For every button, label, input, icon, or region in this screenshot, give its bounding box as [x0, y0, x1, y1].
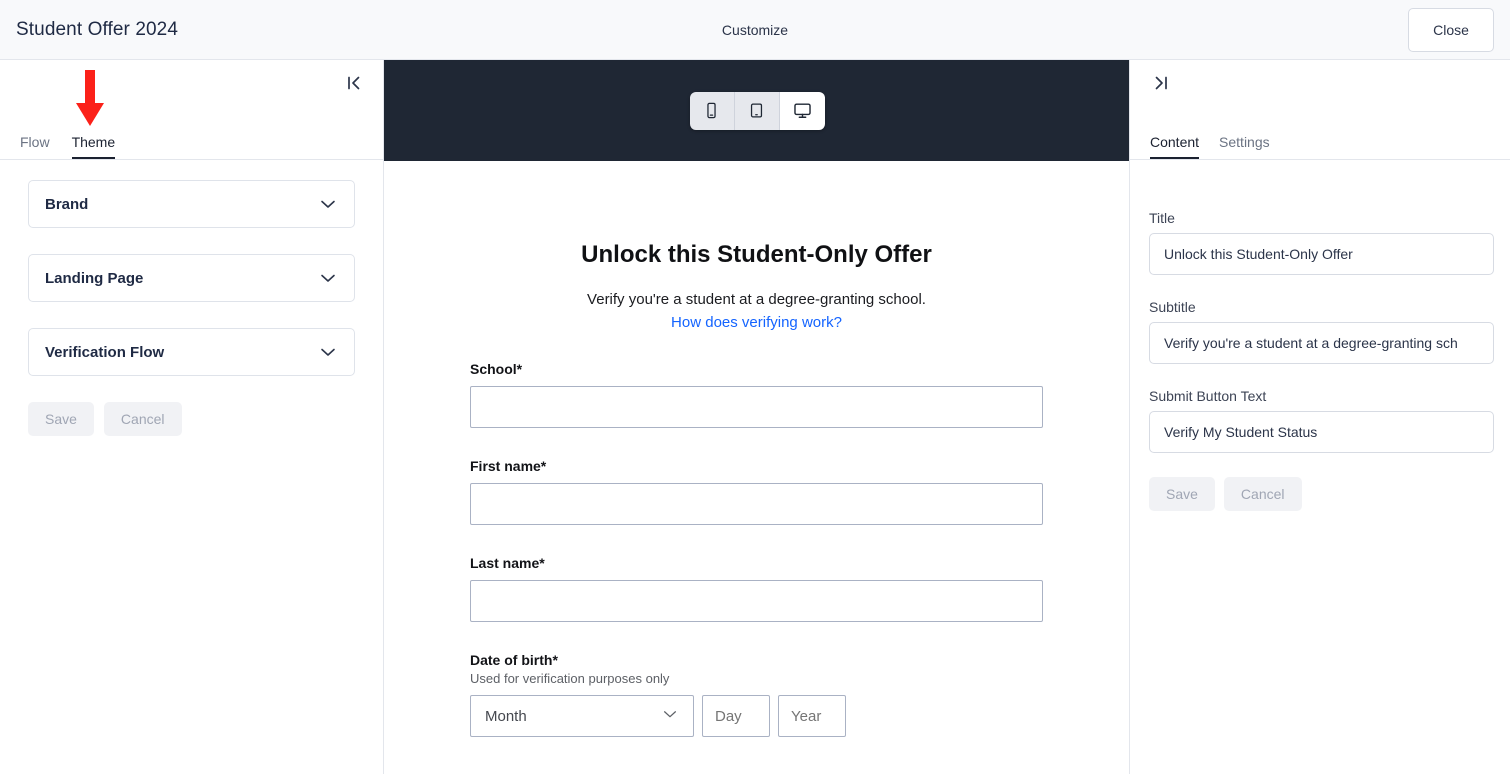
device-tablet-button[interactable] — [735, 92, 780, 130]
collapse-left-icon[interactable] — [341, 70, 367, 96]
accordion-verification-flow-label: Verification Flow — [45, 344, 164, 361]
tab-theme[interactable]: Theme — [72, 134, 116, 159]
title-input[interactable] — [1149, 233, 1494, 275]
accordion-landing-page[interactable]: Landing Page — [28, 254, 355, 302]
tab-content[interactable]: Content — [1150, 134, 1199, 159]
first-name-input[interactable] — [470, 483, 1043, 525]
date-of-birth-field-label: Date of birth* — [470, 652, 1043, 668]
chevron-down-icon — [318, 268, 338, 288]
content-fields: Title Subtitle Submit Button Text Save C… — [1149, 210, 1494, 511]
device-desktop-button[interactable] — [780, 92, 825, 130]
close-button[interactable]: Close — [1408, 8, 1494, 52]
chevron-down-icon — [318, 342, 338, 362]
left-tabbar: Flow Theme — [0, 126, 383, 160]
accordion-brand-label: Brand — [45, 196, 88, 213]
left-save-button[interactable]: Save — [28, 402, 94, 436]
preview-pane: Unlock this Student-Only Offer Verify yo… — [384, 60, 1130, 774]
preview-form: Unlock this Student-Only Offer Verify yo… — [384, 241, 1129, 737]
customize-label: Customize — [0, 22, 1510, 38]
how-verifying-works-link[interactable]: How does verifying work? — [470, 314, 1043, 331]
tab-settings[interactable]: Settings — [1219, 134, 1270, 159]
right-tabbar: Content Settings — [1130, 126, 1510, 160]
device-mobile-button[interactable] — [690, 92, 735, 130]
last-name-field-label: Last name* — [470, 555, 1043, 571]
chevron-down-icon — [661, 705, 679, 727]
subtitle-input[interactable] — [1149, 322, 1494, 364]
left-panel: Flow Theme Brand Landing Page Verificati… — [0, 60, 384, 774]
tablet-icon — [748, 102, 765, 119]
right-panel: Content Settings Title Subtitle Submit B… — [1130, 60, 1510, 774]
form-title: Unlock this Student-Only Offer — [470, 241, 1043, 269]
accordion-verification-flow[interactable]: Verification Flow — [28, 328, 355, 376]
red-arrow-annotation-icon — [72, 70, 108, 130]
right-cancel-button[interactable]: Cancel — [1224, 477, 1302, 511]
submit-button-text-input[interactable] — [1149, 411, 1494, 453]
dob-day-input[interactable] — [702, 695, 770, 737]
theme-accordion-list: Brand Landing Page Verification Flow Sav… — [28, 180, 355, 436]
accordion-brand[interactable]: Brand — [28, 180, 355, 228]
left-cancel-button[interactable]: Cancel — [104, 402, 182, 436]
last-name-input[interactable] — [470, 580, 1043, 622]
dob-year-input[interactable] — [778, 695, 846, 737]
preview-toolbar — [384, 60, 1130, 161]
tab-flow[interactable]: Flow — [20, 134, 50, 159]
dob-month-value: Month — [485, 708, 527, 725]
chevron-down-icon — [318, 194, 338, 214]
subtitle-field-label: Subtitle — [1149, 299, 1494, 315]
school-input[interactable] — [470, 386, 1043, 428]
accordion-landing-page-label: Landing Page — [45, 270, 143, 287]
dob-month-select[interactable]: Month — [470, 695, 694, 737]
date-of-birth-help-text: Used for verification purposes only — [470, 671, 1043, 686]
submit-button-text-field-label: Submit Button Text — [1149, 388, 1494, 404]
date-of-birth-row: Month — [470, 695, 1043, 737]
left-panel-actions: Save Cancel — [28, 402, 355, 436]
collapse-right-icon[interactable] — [1148, 70, 1174, 96]
form-subtitle: Verify you're a student at a degree-gran… — [470, 291, 1043, 308]
right-panel-actions: Save Cancel — [1149, 477, 1494, 511]
title-field-label: Title — [1149, 210, 1494, 226]
device-toggle-group — [690, 92, 825, 130]
right-save-button[interactable]: Save — [1149, 477, 1215, 511]
first-name-field-label: First name* — [470, 458, 1043, 474]
top-bar: Student Offer 2024 Customize Close — [0, 0, 1510, 60]
school-field-label: School* — [470, 361, 1043, 377]
mobile-icon — [703, 102, 720, 119]
desktop-icon — [793, 101, 812, 120]
